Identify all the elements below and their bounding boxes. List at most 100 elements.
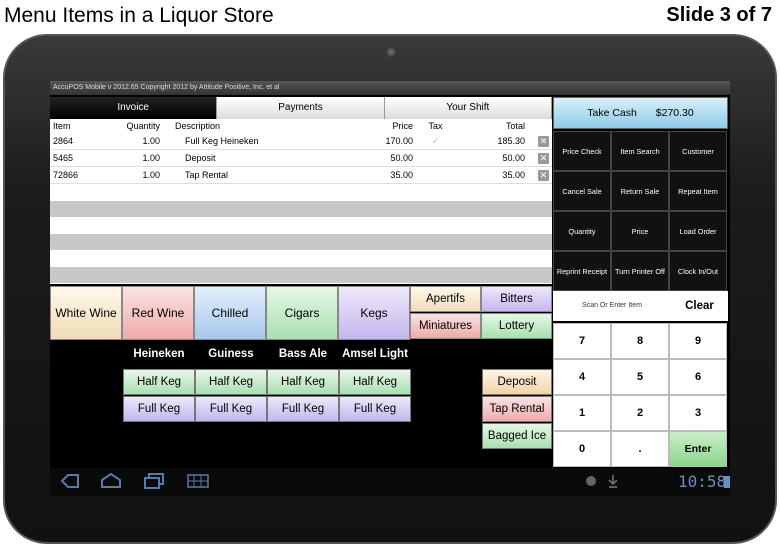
- keypad-8[interactable]: 8: [611, 323, 669, 359]
- empty-row: [50, 217, 552, 234]
- cell-item: 5465: [53, 153, 74, 163]
- enter-button[interactable]: Enter: [669, 431, 727, 467]
- price-check-button[interactable]: Price Check: [553, 131, 611, 171]
- customer-button[interactable]: Customer: [669, 131, 727, 171]
- keyboard-icon[interactable]: [187, 474, 209, 488]
- slide-number: Slide 3 of 7: [666, 4, 772, 26]
- scan-item-input[interactable]: Scan Or Enter Item: [553, 291, 671, 321]
- android-navbar: 10:58: [50, 468, 730, 496]
- bagged-ice-button[interactable]: Bagged Ice: [482, 423, 552, 449]
- android-icon: [586, 476, 596, 486]
- brand-heineken: Heineken: [133, 348, 185, 360]
- deposit-button[interactable]: Deposit: [482, 369, 552, 395]
- category-bar: White Wine Red Wine Chilled Cigars Kegs …: [50, 286, 552, 342]
- keypad-6[interactable]: 6: [669, 359, 727, 395]
- category-apertifs[interactable]: Apertifs: [410, 286, 481, 312]
- cell-tax: [413, 167, 458, 183]
- category-cigars[interactable]: Cigars: [266, 286, 338, 340]
- clear-button[interactable]: Clear: [671, 291, 728, 321]
- keypad-9[interactable]: 9: [669, 323, 727, 359]
- category-kegs[interactable]: Kegs: [338, 286, 410, 340]
- clock-in-out-button[interactable]: Clock In/Out: [669, 251, 727, 291]
- full-keg-heineken-button[interactable]: Full Keg: [123, 396, 195, 422]
- tap-rental-button[interactable]: Tap Rental: [482, 396, 552, 422]
- cancel-sale-button[interactable]: Cancel Sale: [553, 171, 611, 211]
- cell-total: 50.00: [502, 153, 525, 163]
- take-cash-button[interactable]: Take Cash $270.30: [553, 97, 728, 129]
- category-red-wine[interactable]: Red Wine: [122, 286, 194, 340]
- load-order-button[interactable]: Load Order: [669, 211, 727, 251]
- keypad-decimal[interactable]: .: [611, 431, 669, 467]
- cell-description: Tap Rental: [185, 170, 229, 180]
- col-tax-header: Tax: [428, 121, 443, 131]
- table-row[interactable]: 2864 1.00 Full Keg Heineken 170.00 ✓ 185…: [50, 133, 552, 150]
- tab-invoice[interactable]: Invoice: [50, 97, 218, 119]
- remove-item-button[interactable]: ✕: [538, 153, 549, 164]
- turn-printer-off-button[interactable]: Turn Printer Off: [611, 251, 669, 291]
- tab-your-shift[interactable]: Your Shift: [384, 97, 552, 119]
- return-sale-button[interactable]: Return Sale: [611, 171, 669, 211]
- keypad-4[interactable]: 4: [553, 359, 611, 395]
- full-keg-guiness-button[interactable]: Full Keg: [195, 396, 267, 422]
- quantity-button[interactable]: Quantity: [553, 211, 611, 251]
- col-item-header: Item: [53, 121, 71, 131]
- keypad-1[interactable]: 1: [553, 395, 611, 431]
- category-miniatures[interactable]: Miniatures: [410, 313, 481, 339]
- status-clock: 10:58: [678, 472, 727, 491]
- cell-tax: [413, 150, 458, 166]
- remove-item-button[interactable]: ✕: [538, 136, 549, 147]
- category-white-wine[interactable]: White Wine: [50, 286, 122, 340]
- empty-row: [50, 250, 552, 267]
- half-keg-heineken-button[interactable]: Half Keg: [123, 369, 195, 395]
- cell-price: 50.00: [390, 153, 413, 163]
- category-lottery[interactable]: Lottery: [481, 313, 552, 339]
- full-keg-amsel-light-button[interactable]: Full Keg: [339, 396, 411, 422]
- recent-apps-icon[interactable]: [144, 473, 164, 489]
- keypad-3[interactable]: 3: [669, 395, 727, 431]
- take-cash-amount: $270.30: [655, 107, 694, 119]
- empty-row: [50, 200, 552, 217]
- camera-icon: [386, 47, 396, 57]
- home-icon[interactable]: [100, 473, 122, 489]
- item-search-button[interactable]: Item Search: [611, 131, 669, 171]
- category-bitters[interactable]: Bitters: [481, 286, 552, 312]
- brand-guiness: Guiness: [208, 348, 254, 360]
- half-keg-amsel-light-button[interactable]: Half Keg: [339, 369, 411, 395]
- tab-bar: Invoice Payments Your Shift: [50, 97, 552, 119]
- col-total-header: Total: [505, 121, 525, 131]
- cell-description: Deposit: [185, 153, 216, 163]
- table-header: Item Quantity Description Price Tax Tota…: [50, 119, 552, 133]
- cell-total: 185.30: [497, 136, 525, 146]
- download-icon: [608, 475, 618, 488]
- keypad-2[interactable]: 2: [611, 395, 669, 431]
- half-keg-guiness-button[interactable]: Half Keg: [195, 369, 267, 395]
- repeat-item-button[interactable]: Repeat Item: [669, 171, 727, 211]
- register-panel: Take Cash $270.30 Price Check Item Searc…: [553, 95, 730, 468]
- back-icon[interactable]: [60, 474, 80, 488]
- tab-payments[interactable]: Payments: [217, 97, 385, 119]
- scan-bar: Scan Or Enter Item Clear: [553, 291, 728, 321]
- col-description-header: Description: [175, 121, 221, 131]
- cell-quantity: 1.00: [142, 170, 160, 180]
- price-button[interactable]: Price: [611, 211, 669, 251]
- cell-quantity: 1.00: [142, 153, 160, 163]
- table-row[interactable]: 5465 1.00 Deposit 50.00 50.00 ✕: [50, 150, 552, 167]
- cell-price: 35.00: [390, 170, 413, 180]
- keypad-0[interactable]: 0: [553, 431, 611, 467]
- take-cash-label: Take Cash: [587, 107, 637, 119]
- cell-price: 170.00: [385, 136, 413, 146]
- remove-item-button[interactable]: ✕: [538, 170, 549, 181]
- table-row[interactable]: 72866 1.00 Tap Rental 35.00 35.00 ✕: [50, 167, 552, 184]
- app-topbar: AccuPOS Mobile v 2012.65 Copyright 2012 …: [50, 81, 730, 95]
- keypad-7[interactable]: 7: [553, 323, 611, 359]
- cell-total: 35.00: [502, 170, 525, 180]
- cell-item: 2864: [53, 136, 74, 146]
- empty-row: [50, 184, 552, 201]
- cell-item: 72866: [53, 170, 79, 180]
- reprint-receipt-button[interactable]: Reprint Receipt: [553, 251, 611, 291]
- half-keg-bass-ale-button[interactable]: Half Keg: [267, 369, 339, 395]
- full-keg-bass-ale-button[interactable]: Full Keg: [267, 396, 339, 422]
- keypad-5[interactable]: 5: [611, 359, 669, 395]
- category-chilled[interactable]: Chilled: [194, 286, 266, 340]
- pos-screen: AccuPOS Mobile v 2012.65 Copyright 2012 …: [50, 81, 730, 468]
